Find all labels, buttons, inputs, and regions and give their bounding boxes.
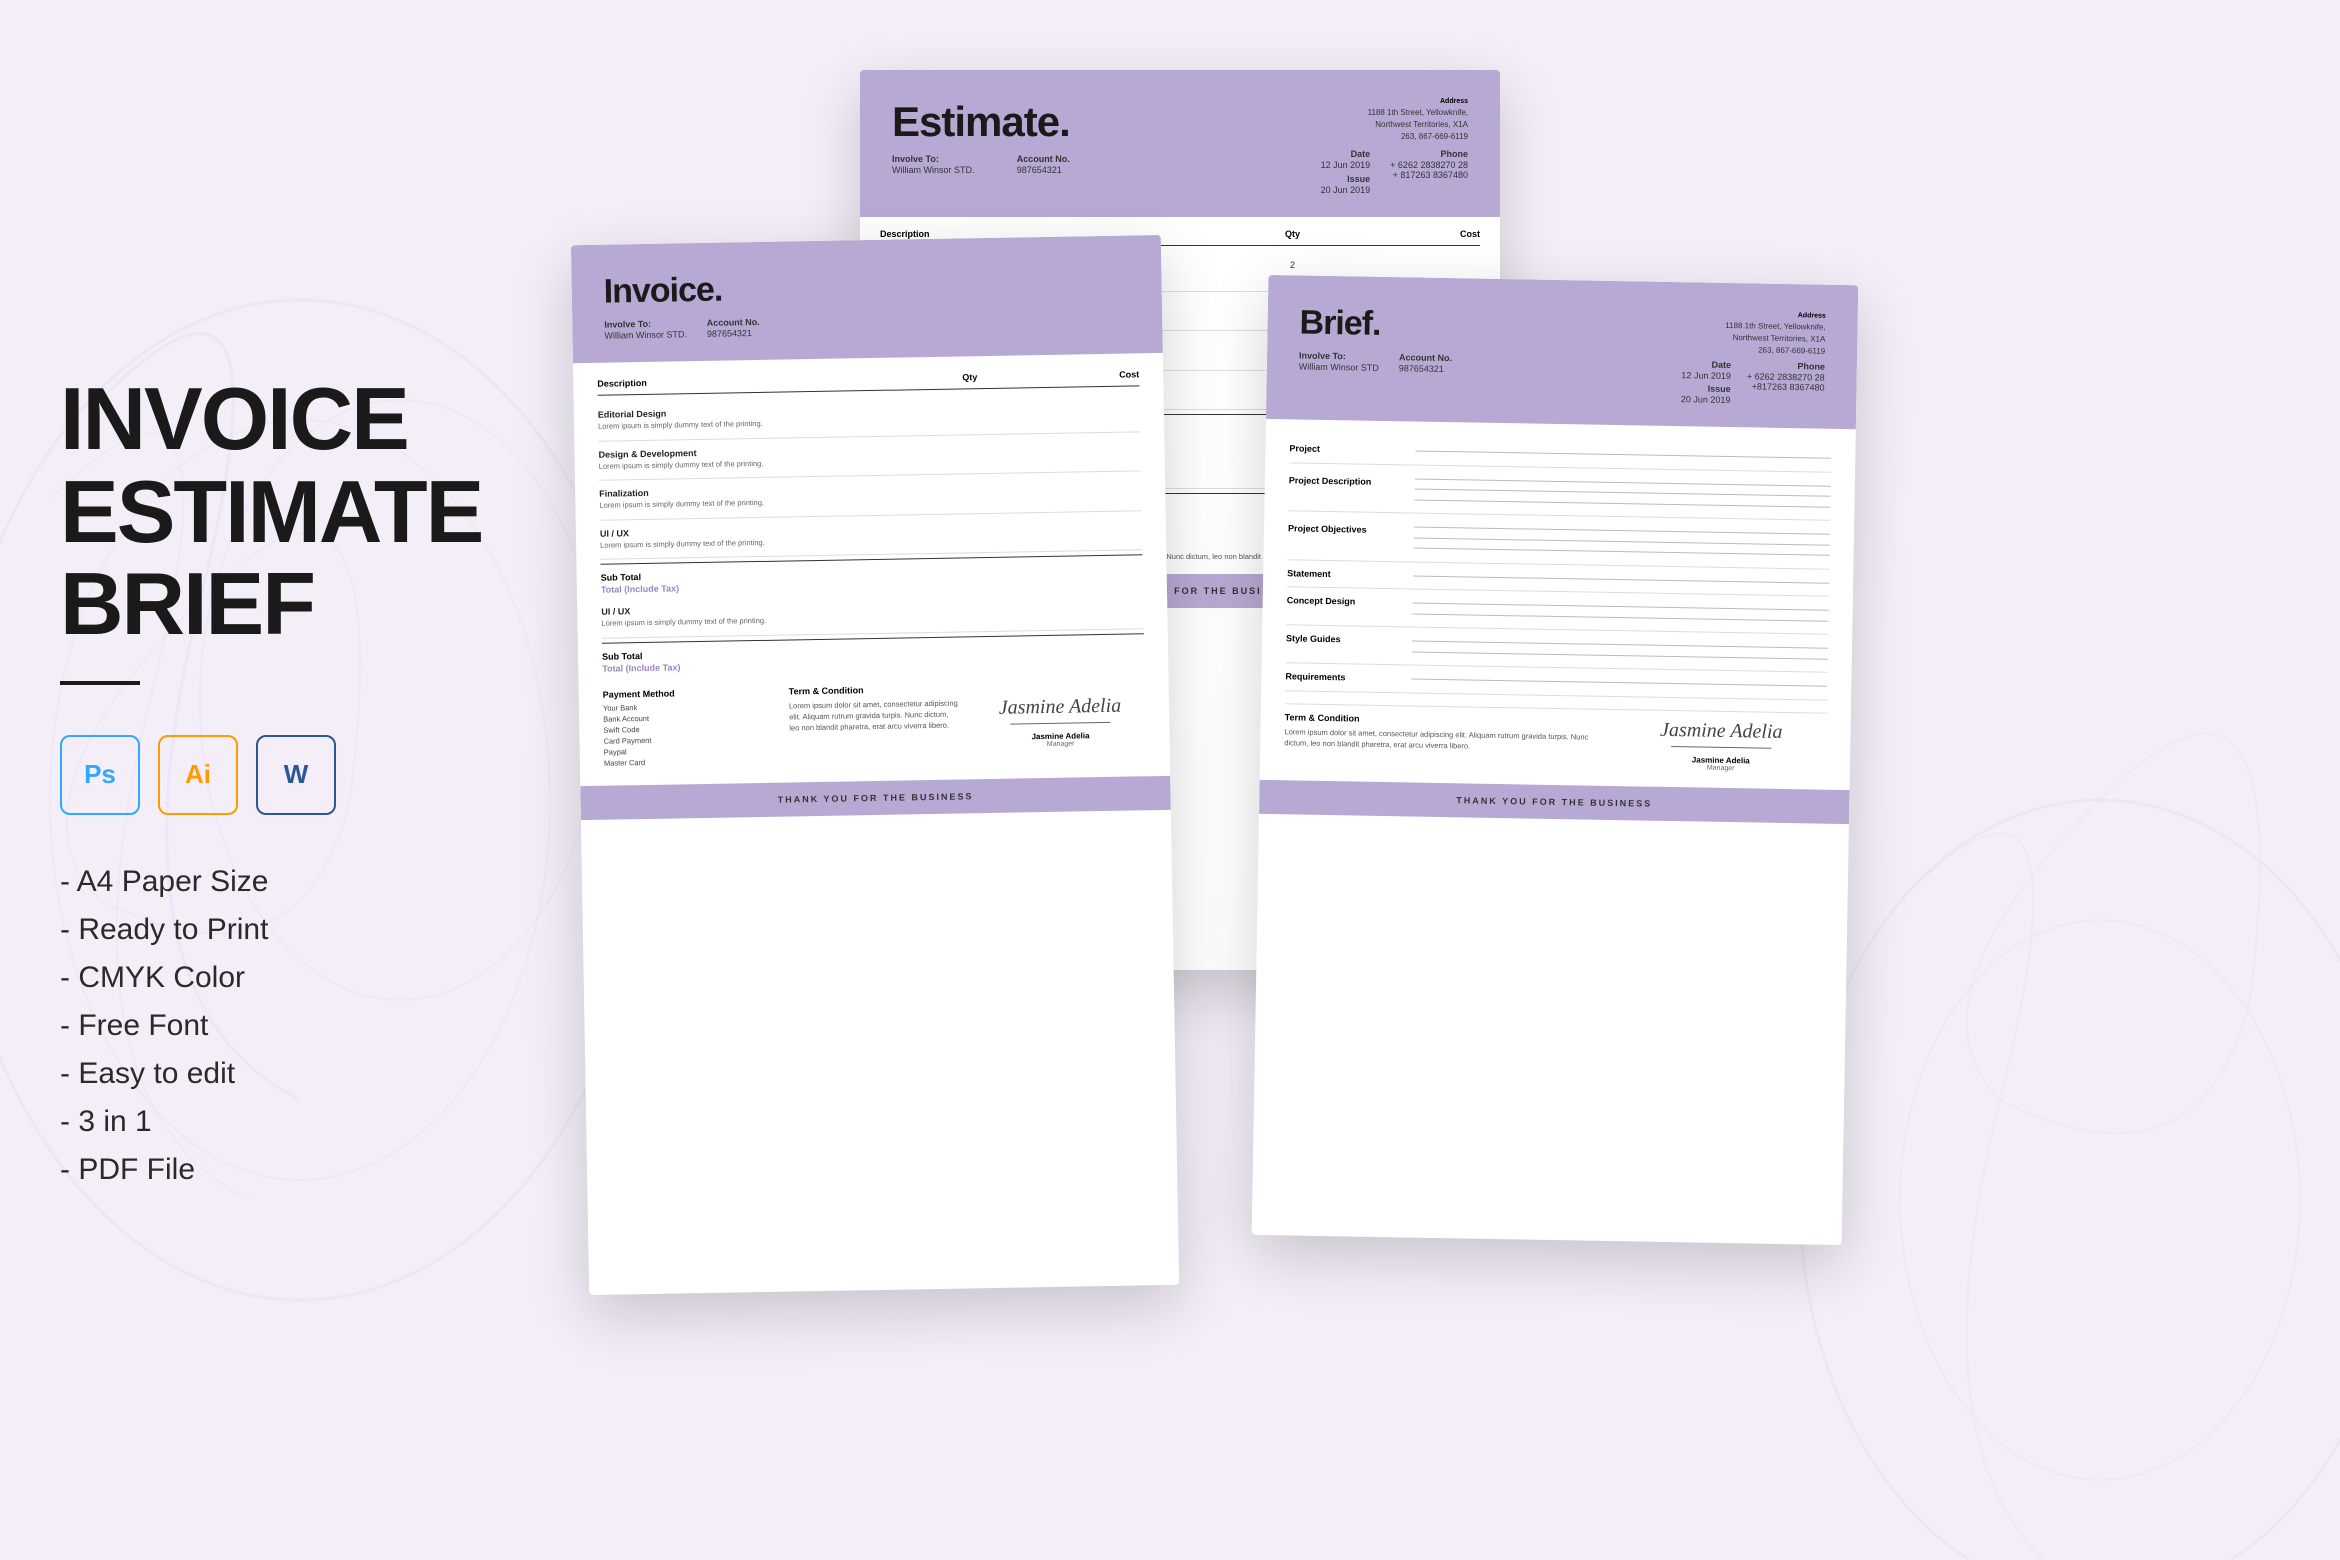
brief-date-label: Date	[1681, 359, 1731, 370]
payment-col: Payment Method Your Bank Bank Account Sw…	[603, 686, 774, 769]
estimate-header: Estimate. Involve To: William Winsor STD…	[860, 70, 1500, 217]
est-phone-label: Phone	[1390, 149, 1468, 159]
word-icon: W	[256, 735, 336, 815]
brief-issue-val: 20 Jun 2019	[1681, 394, 1731, 405]
docs-area: Estimate. Involve To: William Winsor STD…	[440, 40, 2300, 1520]
estimate-address-label: Address	[1321, 98, 1468, 105]
inv-subtotal-2: Sub Total Total (Include Tax)	[602, 633, 1145, 677]
brief-date-val: 12 Jun 2019	[1681, 370, 1731, 381]
brief-involve-label: Involve To:	[1299, 350, 1379, 361]
inv-account-label: Account No.	[707, 317, 760, 328]
brief-addr3: 263, 867-669-6119	[1682, 343, 1826, 358]
brief-account-label: Account No.	[1399, 352, 1452, 363]
est-addr2: Northwest Territories, X1A	[1321, 119, 1468, 131]
estimate-account-label: Account No.	[1017, 154, 1070, 164]
sig-cursive: Jasmine Adelia	[999, 694, 1122, 719]
title-invoice: INVOICE	[60, 373, 460, 465]
est-date-label: Date	[1321, 149, 1371, 159]
est-phone1: + 6262 2838270 28	[1390, 160, 1468, 170]
est-phone2: + 817263 8367480	[1390, 170, 1468, 180]
title-estimate: ESTIMATE	[60, 466, 460, 558]
feature-3in1: - 3 in 1	[60, 1105, 460, 1139]
terms-col: Term & Condition Lorem ipsum dolor sit a…	[789, 683, 960, 766]
ps-icon: Ps	[60, 735, 140, 815]
brief-phone-label: Phone	[1747, 360, 1825, 371]
brief-signature: Jasmine Adelia Jasmine Adelia Manager	[1615, 718, 1826, 774]
invoice-document: Invoice. Involve To: William Winsor STD.…	[571, 235, 1179, 1295]
inv-involve-value: William Winsor STD.	[604, 329, 687, 340]
brief-phone2: +817263 8367480	[1747, 381, 1825, 392]
brief-sig-role: Manager	[1707, 764, 1735, 771]
feature-print: - Ready to Print	[60, 913, 460, 947]
estimate-title: Estimate.	[892, 98, 1070, 146]
brief-sig-name: Jasmine Adelia	[1692, 755, 1750, 765]
features-list: - A4 Paper Size - Ready to Print - CMYK …	[60, 865, 460, 1187]
brief-document: Brief. Involve To: William Winsor STD Ac…	[1252, 275, 1859, 1245]
inv-account-value: 987654321	[707, 328, 760, 339]
brief-sig-cursive: Jasmine Adelia	[1660, 718, 1783, 743]
brief-account-value: 987654321	[1399, 363, 1452, 374]
invoice-body: Description Qty Cost Editorial Design Lo…	[573, 353, 1170, 786]
est-date-val: 12 Jun 2019	[1321, 160, 1371, 170]
feature-a4: - A4 Paper Size	[60, 865, 460, 899]
invoice-payment: Payment Method Your Bank Bank Account Sw…	[603, 680, 1146, 769]
est-col-qty: Qty	[1255, 229, 1330, 239]
ai-icon: Ai	[158, 735, 238, 815]
title-brief: BRIEF	[60, 558, 460, 650]
software-icons: Ps Ai W	[60, 735, 460, 815]
est-col-cost: Cost	[1330, 229, 1480, 239]
inv-involve-label: Involve To:	[604, 318, 687, 329]
feature-font: - Free Font	[60, 1009, 460, 1043]
invoice-header: Invoice. Involve To: William Winsor STD.…	[571, 235, 1163, 363]
est-issue-val: 20 Jun 2019	[1321, 185, 1371, 195]
inv-col-qty: Qty	[936, 372, 1004, 383]
brief-body: Project Project Description	[1260, 419, 1856, 790]
inv-row-5: UI / UX Lorem ipsum is simply dummy text…	[601, 589, 1144, 638]
inv-col-desc: Description	[597, 373, 936, 389]
brief-title: Brief.	[1299, 303, 1453, 345]
sig-role: Manager	[1047, 740, 1075, 747]
inv-row-4: UI / UX Lorem ipsum is simply dummy text…	[600, 511, 1143, 560]
est-issue-label: Issue	[1321, 174, 1371, 184]
feature-cmyk: - CMYK Color	[60, 961, 460, 995]
title-divider	[60, 681, 140, 685]
inv-col-cost: Cost	[1004, 369, 1140, 381]
invoice-signature: Jasmine Adelia Jasmine Adelia Manager	[975, 680, 1146, 763]
brief-header: Brief. Involve To: William Winsor STD Ac…	[1266, 275, 1858, 429]
estimate-involve-label: Involve To:	[892, 154, 987, 164]
feature-pdf: - PDF File	[60, 1153, 460, 1187]
brief-involve-value: William Winsor STD	[1299, 361, 1379, 372]
est-addr3: 263, 867-669-6119	[1321, 131, 1468, 143]
invoice-title: Invoice.	[603, 270, 759, 312]
brief-issue-label: Issue	[1681, 383, 1731, 394]
brief-term-area: Term & Condition Lorem ipsum dolor sit a…	[1284, 703, 1827, 773]
est-addr1: 1188 1th Street, Yellowknife,	[1321, 107, 1468, 119]
estimate-involve-value: William Winsor STD.	[892, 165, 987, 175]
main-title: INVOICE ESTIMATE BRIEF	[60, 373, 460, 650]
brief-address-label: Address	[1682, 310, 1825, 320]
estimate-account-value: 987654321	[1017, 165, 1070, 175]
feature-edit: - Easy to edit	[60, 1057, 460, 1091]
